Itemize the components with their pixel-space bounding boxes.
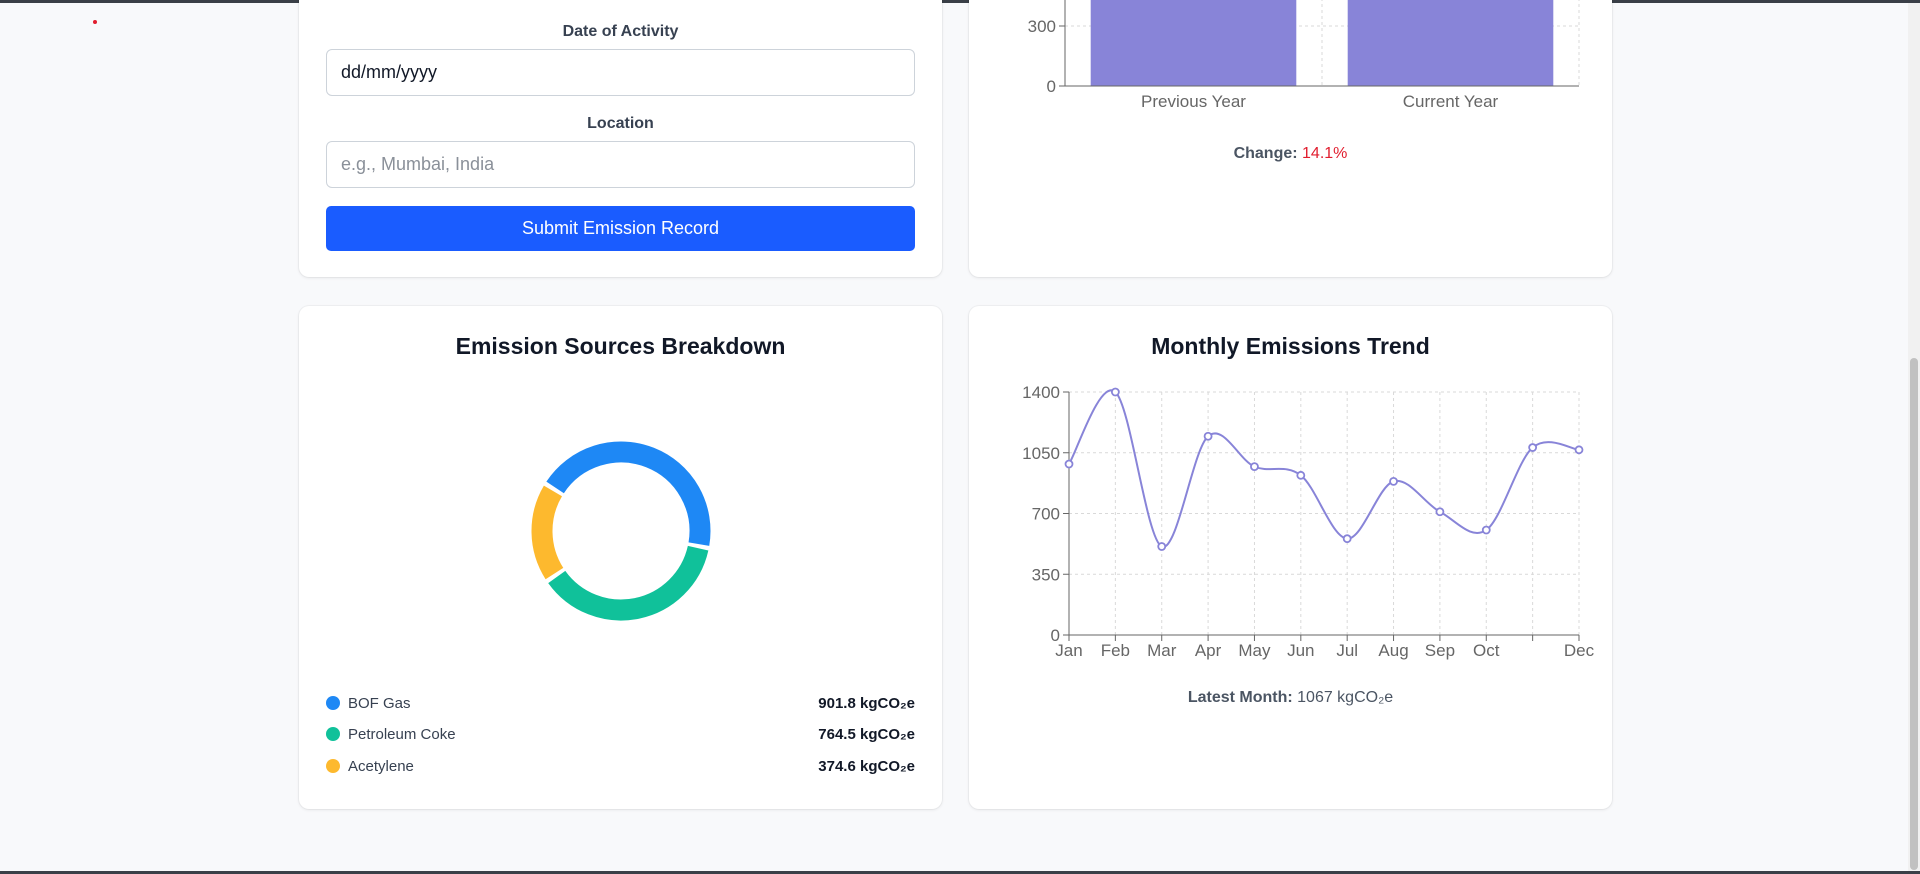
- x-tick-label: Mar: [1147, 641, 1177, 660]
- y-tick-label: 700: [1032, 505, 1060, 524]
- legend-dot: [326, 696, 340, 710]
- x-tick-label: Previous Year: [1141, 92, 1246, 111]
- location-field[interactable]: e.g., Mumbai, India: [326, 141, 915, 188]
- legend-dot: [326, 727, 340, 741]
- legend-item: Petroleum Coke 764.5 kgCO₂e: [326, 723, 915, 745]
- legend-item: BOF Gas 901.8 kgCO₂e: [326, 692, 915, 714]
- data-point: [1064, 459, 1074, 469]
- emission-sources-card: Emission Sources Breakdown BOF Gas 901.8…: [299, 306, 942, 809]
- year-comparison-card: Previous Year Current Year 0 300 Change: 14…: [969, 0, 1612, 277]
- data-point: [1110, 387, 1120, 397]
- legend-name: Acetylene: [348, 757, 414, 775]
- y-tick-label: 1400: [1022, 383, 1060, 402]
- data-point: [1389, 476, 1398, 486]
- monthly-trend-chart: 035070010501400Jan Feb Mar Apr May Jun Jul Aug S…: [1022, 383, 1595, 660]
- date-label: Date of Activity: [562, 23, 679, 40]
- y-tick-label: 0: [1047, 77, 1056, 96]
- change-value: 14.1%: [1302, 145, 1348, 162]
- monthly-trend-card: Monthly Emissions Trend 0 350 700 1050 1400 J…: [969, 306, 1612, 809]
- emission-sources-donut: [531, 441, 711, 621]
- bar: [1347, 0, 1554, 86]
- trend-line: [1068, 389, 1580, 548]
- year-comparison-chart: Previous Year Current Year 0 300: [1028, 0, 1580, 111]
- data-point: [1296, 470, 1306, 480]
- x-tick-label: Apr: [1195, 641, 1222, 660]
- window-top-border: [0, 0, 1920, 3]
- legend-dot: [326, 759, 340, 773]
- x-tick-label: Dec: [1564, 641, 1595, 660]
- x-tick-label: Jul: [1336, 641, 1358, 660]
- data-point: [1157, 542, 1167, 551]
- donut-slice: [548, 545, 709, 621]
- x-tick-label: Feb: [1101, 641, 1130, 660]
- legend-value: 764.5 kgCO₂e: [818, 725, 915, 743]
- legend-name: Petroleum Coke: [348, 725, 456, 743]
- x-tick-label: May: [1238, 641, 1271, 660]
- data-point: [1342, 534, 1352, 544]
- bar: [1090, 0, 1297, 86]
- latest-month-value: 1067 kgCO₂e: [1297, 689, 1394, 706]
- x-tick-label: Jun: [1287, 641, 1314, 660]
- legend-value: 901.8 kgCO₂e: [818, 694, 915, 712]
- change-summary: Change: 14.1%: [969, 145, 1612, 163]
- data-point: [1250, 462, 1259, 472]
- emission-form-card: Date of Activity dd/mm/yyyy Location e.g…: [299, 0, 942, 277]
- y-tick-label: 350: [1032, 565, 1060, 584]
- submit-emission-button[interactable]: Submit Emission Record: [326, 206, 915, 251]
- donut-slice: [531, 485, 564, 580]
- x-tick-label: Sep: [1425, 641, 1455, 660]
- location-label: Location: [587, 115, 654, 132]
- x-tick-label: Jan: [1055, 641, 1082, 660]
- indicator-dot: [93, 20, 97, 24]
- x-tick-label: Current Year: [1403, 92, 1499, 111]
- y-tick-label: 1050: [1022, 444, 1060, 463]
- monthly-trend-title: Monthly Emissions Trend: [1151, 333, 1430, 359]
- legend-item: Acetylene 374.6 kgCO₂e: [326, 755, 915, 777]
- y-tick-label: 300: [1028, 17, 1056, 36]
- emission-sources-title: Emission Sources Breakdown: [455, 333, 786, 359]
- date-field[interactable]: dd/mm/yyyy: [326, 49, 915, 96]
- donut-slice: [546, 441, 711, 546]
- x-tick-label: Aug: [1378, 641, 1408, 660]
- data-point: [1481, 525, 1491, 535]
- legend-name: BOF Gas: [348, 694, 411, 712]
- latest-month-label: Latest Month:: [1187, 689, 1293, 706]
- scrollbar-thumb[interactable]: [1910, 358, 1918, 870]
- data-point: [1528, 443, 1538, 452]
- data-point: [1435, 507, 1445, 517]
- data-point: [1203, 431, 1213, 441]
- change-label: Change:: [1233, 145, 1298, 162]
- x-tick-label: Oct: [1473, 641, 1500, 660]
- legend-value: 374.6 kgCO₂e: [818, 757, 915, 775]
- latest-month-summary: Latest Month: 1067 kgCO₂e: [969, 689, 1612, 707]
- data-point: [1574, 445, 1584, 455]
